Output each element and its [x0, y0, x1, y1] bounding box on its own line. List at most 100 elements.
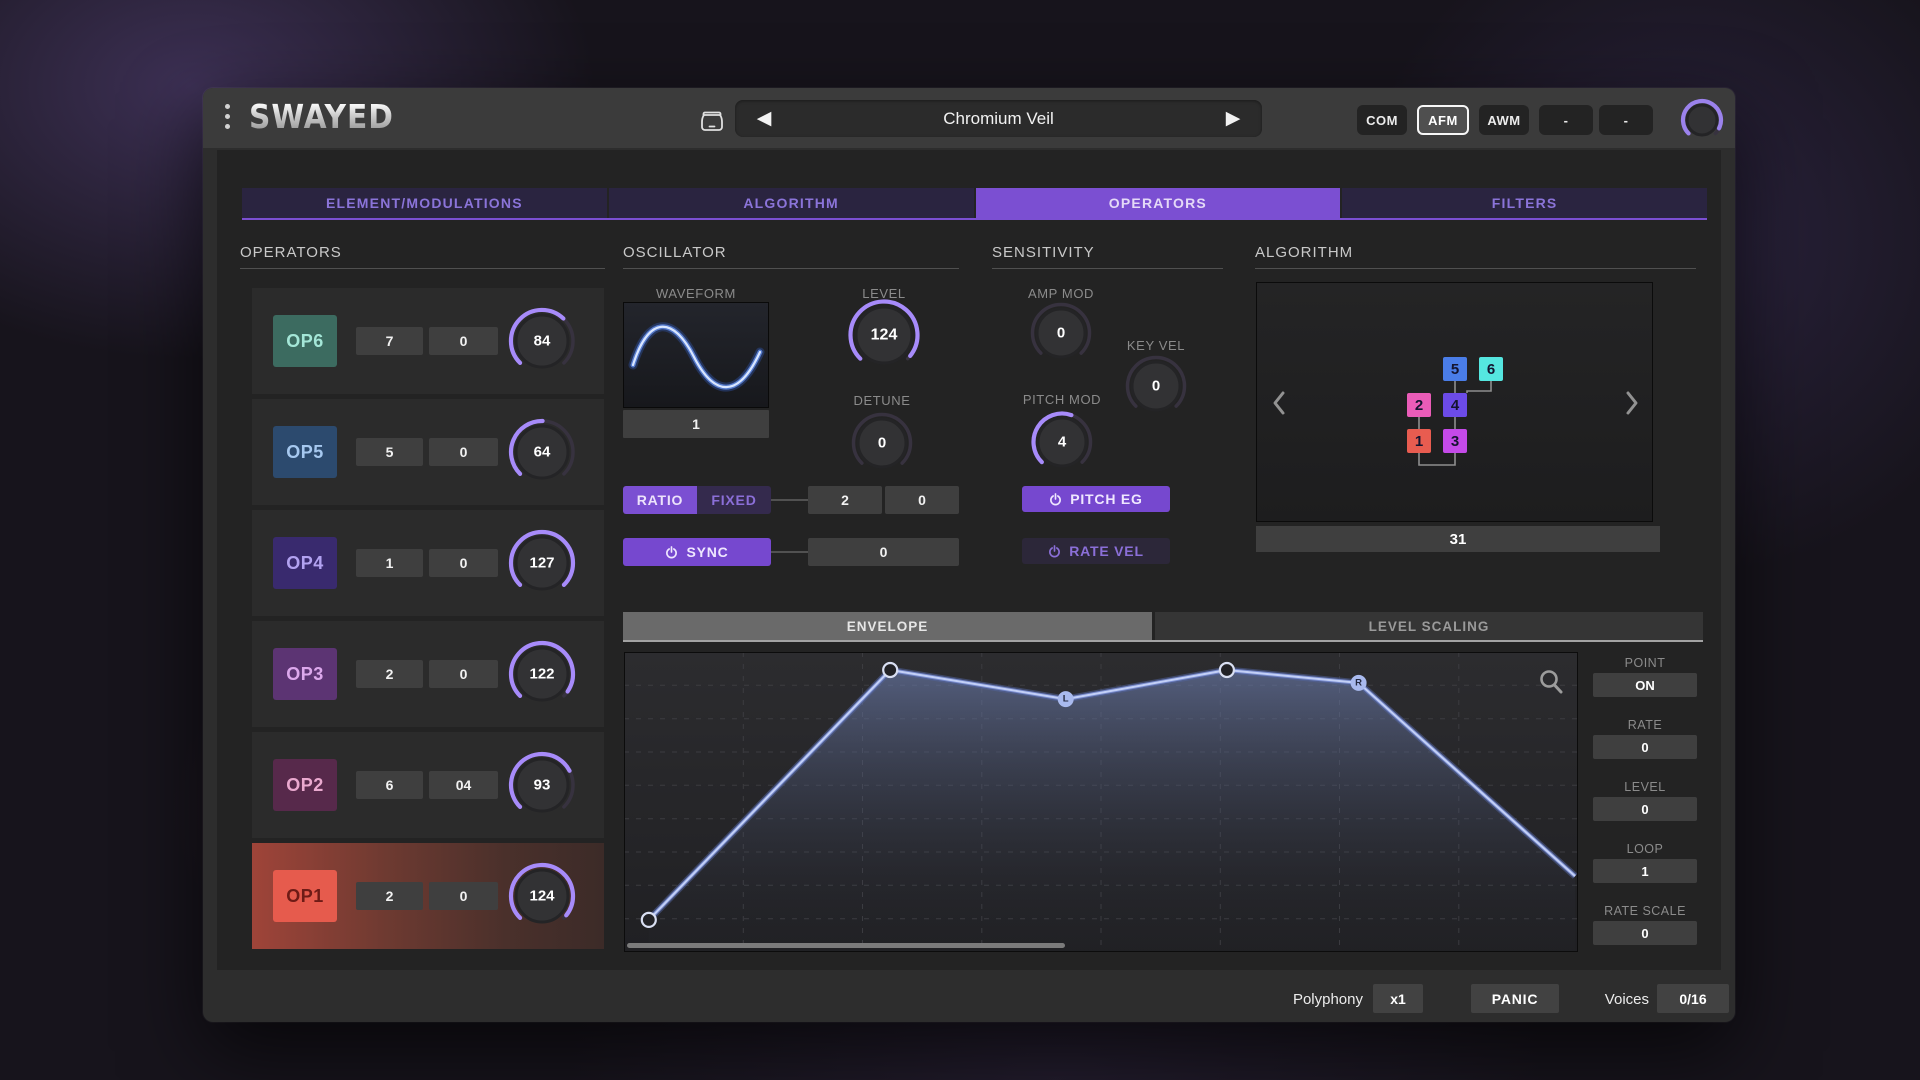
level-value-box[interactable]: 0	[1593, 797, 1697, 821]
waveform-display[interactable]	[623, 302, 769, 408]
algorithm-node-5[interactable]: 5	[1443, 357, 1467, 381]
rate-scale-value-box[interactable]: 0	[1593, 921, 1697, 945]
svg-text:124: 124	[529, 888, 555, 905]
operator-badge-op4[interactable]: OP4	[273, 537, 337, 589]
loop-value-box[interactable]: 1	[1593, 859, 1697, 883]
algorithm-title-rule	[1255, 268, 1696, 269]
algorithm-node-6[interactable]: 6	[1479, 357, 1503, 381]
operator-level-knob[interactable]: 93	[505, 748, 579, 827]
coarse-value-box[interactable]: 5	[356, 438, 423, 466]
mode-button-empty-3[interactable]: -	[1539, 105, 1593, 135]
sync-toggle[interactable]: SYNC	[623, 538, 771, 566]
svg-text:124: 124	[871, 327, 898, 344]
operator-badge-op6[interactable]: OP6	[273, 315, 337, 367]
rate-label: RATE	[1593, 718, 1697, 732]
algorithm-section-title: ALGORITHM	[1255, 244, 1353, 261]
envelope-point[interactable]	[1220, 663, 1234, 677]
key-vel-knob[interactable]: 0	[1124, 354, 1188, 423]
synth-window: SWAYED ◀ Chromium Veil ▶ COMAFMAWM-- ELE…	[203, 88, 1735, 1022]
operator-row-op6[interactable]: OP6 7084	[252, 288, 604, 394]
sync-connector-line	[771, 551, 808, 553]
mode-button-empty-4[interactable]: -	[1599, 105, 1653, 135]
preset-next-button[interactable]: ▶	[1204, 100, 1262, 137]
operator-level-knob[interactable]: 127	[505, 526, 579, 605]
operator-badge-op1[interactable]: OP1	[273, 870, 337, 922]
envelope-point[interactable]	[883, 663, 897, 677]
coarse-value-box[interactable]: 2	[356, 882, 423, 910]
algorithm-number-box[interactable]: 31	[1256, 526, 1660, 552]
algorithm-node-2[interactable]: 2	[1407, 393, 1431, 417]
ratio-option[interactable]: RATIO	[623, 486, 697, 514]
algorithm-node-1[interactable]: 1	[1407, 429, 1431, 453]
fixed-option[interactable]: FIXED	[697, 486, 771, 514]
tab-algorithm[interactable]: ALGORITHM	[609, 188, 974, 218]
master-volume-knob[interactable]	[1680, 98, 1724, 147]
mode-button-com[interactable]: COM	[1357, 105, 1407, 135]
svg-text:0: 0	[1152, 378, 1160, 395]
operator-level-knob[interactable]: 64	[505, 415, 579, 494]
coarse-value-box[interactable]: 2	[356, 660, 423, 688]
operator-badge-op2[interactable]: OP2	[273, 759, 337, 811]
tab-element-modulations[interactable]: ELEMENT/MODULATIONS	[242, 188, 607, 218]
operator-level-knob[interactable]: 124	[505, 859, 579, 938]
coarse-value-box[interactable]: 6	[356, 771, 423, 799]
amp-mod-knob[interactable]: 0	[1029, 301, 1093, 370]
envelope-point[interactable]	[642, 913, 656, 927]
algorithm-node-4[interactable]: 4	[1443, 393, 1467, 417]
fine-value-box[interactable]: 0	[429, 549, 498, 577]
detune-knob[interactable]: 0	[850, 411, 914, 480]
coarse-ratio-box[interactable]: 2	[808, 486, 882, 514]
algorithm-node-3[interactable]: 3	[1443, 429, 1467, 453]
envelope-tab-envelope[interactable]: ENVELOPE	[623, 612, 1152, 640]
level-knob[interactable]: 124	[846, 297, 922, 378]
operator-row-op5[interactable]: OP5 5064	[252, 399, 604, 505]
oscillator-section-title: OSCILLATOR	[623, 244, 727, 261]
menu-icon[interactable]	[225, 104, 230, 129]
operator-badge-op5[interactable]: OP5	[273, 426, 337, 478]
sync-value-box[interactable]: 0	[808, 538, 959, 566]
point-value-box[interactable]: ON	[1593, 673, 1697, 697]
pitch-eg-toggle[interactable]: PITCH EG	[1022, 486, 1170, 512]
envelope-tab-underline	[623, 640, 1703, 642]
coarse-value-box[interactable]: 1	[356, 549, 423, 577]
operator-level-knob[interactable]: 122	[505, 637, 579, 716]
preset-prev-button[interactable]: ◀	[735, 100, 793, 137]
operators-panel-title: OPERATORS	[240, 244, 342, 261]
operator-level-knob[interactable]: 84	[505, 304, 579, 383]
coarse-value-box[interactable]: 7	[356, 327, 423, 355]
operator-badge-op3[interactable]: OP3	[273, 648, 337, 700]
power-icon	[665, 546, 678, 559]
rate-value-box[interactable]: 0	[1593, 735, 1697, 759]
fine-value-box[interactable]: 0	[429, 660, 498, 688]
preset-bank-icon[interactable]	[697, 105, 727, 135]
operator-row-op3[interactable]: OP3 20122	[252, 621, 604, 727]
waveform-index-box[interactable]: 1	[623, 410, 769, 438]
pitch-mod-knob[interactable]: 4	[1030, 410, 1094, 479]
tab-operators[interactable]: OPERATORS	[976, 188, 1341, 218]
fine-value-box[interactable]: 04	[429, 771, 498, 799]
polyphony-value-box[interactable]: x1	[1373, 984, 1423, 1013]
rate-vel-toggle[interactable]: RATE VEL	[1022, 538, 1170, 564]
algorithm-diagram: 56 2413	[1256, 282, 1653, 522]
envelope-graph[interactable]: LR	[624, 652, 1578, 952]
operator-row-op4[interactable]: OP4 10127	[252, 510, 604, 616]
preset-name[interactable]: Chromium Veil	[793, 109, 1204, 129]
app-logo: SWAYED	[249, 97, 394, 136]
envelope-tab-level-scaling[interactable]: LEVEL SCALING	[1155, 612, 1703, 640]
operator-row-op1[interactable]: OP1 20 124	[252, 843, 604, 949]
rate-vel-label: RATE VEL	[1069, 543, 1144, 559]
tab-filters[interactable]: FILTERS	[1342, 188, 1707, 218]
main-tab-bar: ELEMENT/MODULATIONSALGORITHMOPERATORSFIL…	[242, 188, 1707, 220]
detune-label: DETUNE	[832, 393, 932, 408]
titlebar: SWAYED ◀ Chromium Veil ▶ COMAFMAWM--	[203, 88, 1735, 148]
mode-button-awm[interactable]: AWM	[1479, 105, 1529, 135]
mode-button-afm[interactable]: AFM	[1417, 105, 1469, 135]
fine-value-box[interactable]: 0	[429, 438, 498, 466]
voices-value-box[interactable]: 0/16	[1657, 984, 1729, 1013]
fine-value-box[interactable]: 0	[429, 327, 498, 355]
envelope-scrollbar[interactable]	[627, 943, 1065, 948]
operator-row-op2[interactable]: OP2 60493	[252, 732, 604, 838]
panic-button[interactable]: PANIC	[1471, 984, 1559, 1013]
fine-ratio-box[interactable]: 0	[885, 486, 959, 514]
fine-value-box[interactable]: 0	[429, 882, 498, 910]
